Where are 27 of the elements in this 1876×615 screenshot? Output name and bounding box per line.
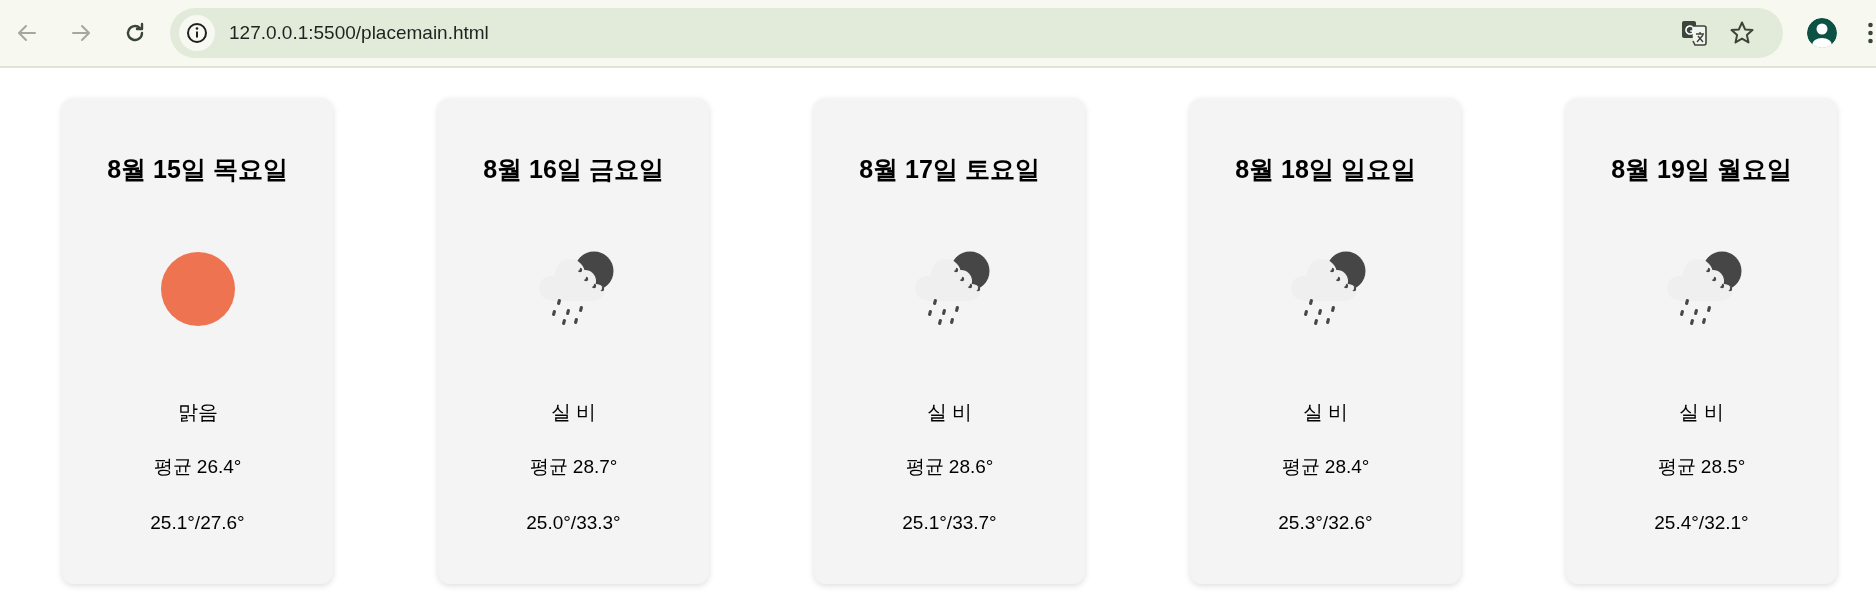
average-temperature: 평균 28.7° [529,455,618,479]
date-title: 8월 16일 금요일 [483,154,664,185]
menu-icon[interactable] [1868,22,1873,44]
average-temperature: 평균 28.4° [1281,455,1370,479]
info-icon[interactable] [179,15,215,51]
average-temperature: 평균 28.6° [905,455,994,479]
date-title: 8월 17일 토요일 [859,154,1040,185]
star-icon[interactable] [1729,20,1755,46]
temperature-range: 25.4°/32.1° [1654,511,1749,535]
url-text: 127.0.0.1:5500/placemain.html [229,20,489,45]
weather-condition: 실 비 [1678,400,1725,425]
date-title: 8월 15일 목요일 [107,154,288,185]
date-title: 8월 19일 월요일 [1611,154,1792,185]
temperature-range: 25.3°/32.6° [1278,511,1373,535]
weather-condition: 실 비 [1302,400,1349,425]
average-temperature: 평균 26.4° [153,455,242,479]
weather-condition: 맑음 [177,400,218,425]
temperature-range: 25.0°/33.3° [526,511,621,535]
temperature-range: 25.1°/27.6° [150,511,245,535]
weather-condition: 실 비 [550,400,597,425]
average-temperature: 평균 28.5° [1657,455,1746,479]
date-title: 8월 18일 일요일 [1235,154,1416,185]
temperature-range: 25.1°/33.7° [902,511,997,535]
avatar-icon[interactable] [1807,18,1837,48]
address-bar[interactable]: 127.0.0.1:5500/placemain.html [170,8,1783,58]
translate-icon[interactable] [1681,20,1707,46]
weather-condition: 실 비 [926,400,973,425]
